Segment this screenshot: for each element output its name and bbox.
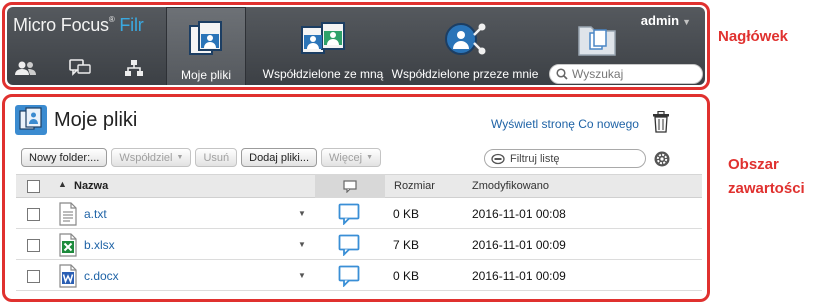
more-button-label: Więcej [329, 151, 363, 164]
search-input[interactable] [572, 67, 690, 81]
file-modified: 2016-11-01 00:08 [472, 207, 566, 221]
shared-with-me-icon [300, 17, 346, 61]
content-annotation-line2: zawartości [728, 180, 805, 197]
comment-icon[interactable] [338, 234, 360, 261]
row-checkbox[interactable] [27, 239, 40, 252]
file-modified: 2016-11-01 00:09 [472, 269, 566, 283]
small-nav-icons [13, 57, 147, 79]
comment-icon[interactable] [338, 203, 360, 230]
file-size: 0 KB [393, 207, 420, 221]
column-modified[interactable]: Zmodyfikowano [472, 180, 549, 192]
screen: Micro Focus® Filr Moje pliki Współdzielo… [0, 0, 822, 306]
chevron-down-icon[interactable]: ▼ [298, 240, 306, 249]
file-toolbar: Nowy folder:... Współdziel ▼ Usuń Dodaj p… [21, 148, 381, 167]
header-bar: Micro Focus® Filr Moje pliki Współdzielo… [7, 7, 705, 85]
chevron-down-icon: ▼ [682, 17, 691, 27]
more-button[interactable]: Więcej ▼ [321, 148, 381, 167]
tab-shared-by-me[interactable]: Współdzielone przeze mnie [390, 7, 540, 85]
comment-icon[interactable] [338, 265, 360, 292]
search-box [549, 64, 703, 84]
my-files-icon [188, 18, 224, 62]
table-row[interactable]: c.docx ▼ 0 KB 2016-11-01 00:09 [16, 261, 702, 291]
table-row[interactable]: b.xlsx ▼ 7 KB 2016-11-01 00:09 [16, 230, 702, 260]
table-row[interactable]: a.txt ▼ 0 KB 2016-11-01 00:08 [16, 199, 702, 229]
excel-file-icon [58, 233, 78, 262]
file-name-link[interactable]: c.docx [84, 269, 119, 283]
column-name[interactable]: Nazwa [74, 180, 108, 192]
sort-ascending-icon[interactable]: ▲ [58, 179, 67, 189]
user-menu[interactable]: admin ▼ [641, 13, 691, 28]
chevron-down-icon: ▼ [366, 154, 373, 161]
row-checkbox[interactable] [27, 208, 40, 221]
word-file-icon [58, 264, 78, 293]
comments-column-header[interactable] [315, 174, 385, 198]
chevron-down-icon: ▼ [176, 154, 184, 161]
header-annotation: Nagłówek [718, 28, 789, 45]
tab-my-files-label: Moje pliki [180, 68, 231, 82]
delete-button[interactable]: Usuń [195, 148, 238, 167]
shared-by-me-icon [443, 17, 487, 61]
filter-input[interactable] [510, 152, 630, 165]
file-name-link[interactable]: a.txt [84, 207, 107, 221]
filter-box [484, 149, 646, 168]
file-modified: 2016-11-01 00:09 [472, 238, 566, 252]
share-button[interactable]: Współdziel ▼ [111, 148, 192, 167]
tab-shared-with-me[interactable]: Współdzielone ze mną [257, 7, 389, 85]
new-folder-button[interactable]: Nowy folder:... [21, 148, 108, 167]
filter-icon [491, 153, 505, 164]
text-file-icon [58, 202, 78, 231]
whats-new-link[interactable]: Wyświetl stronę Co nowego [491, 117, 639, 131]
tab-shared-by-me-label: Współdzielone przeze mnie [391, 67, 539, 81]
file-name-link[interactable]: b.xlsx [84, 238, 115, 252]
comments-icon[interactable] [67, 57, 93, 79]
page-title: Moje pliki [14, 104, 137, 136]
row-checkbox[interactable] [27, 270, 40, 283]
add-files-button[interactable]: Dodaj pliki... [241, 148, 318, 167]
comment-icon [343, 179, 357, 193]
chevron-down-icon[interactable]: ▼ [298, 271, 306, 280]
search-icon [556, 68, 568, 80]
app-logo[interactable]: Micro Focus® Filr [13, 15, 144, 36]
gear-icon[interactable] [654, 151, 670, 172]
page-title-text: Moje pliki [54, 108, 138, 131]
chevron-down-icon[interactable]: ▼ [298, 209, 306, 218]
file-size: 7 KB [393, 238, 420, 252]
trash-icon[interactable] [651, 110, 671, 138]
select-all-checkbox[interactable] [27, 180, 40, 193]
org-chart-icon[interactable] [121, 57, 147, 79]
people-icon[interactable] [13, 57, 39, 79]
share-button-label: Współdziel [119, 151, 173, 164]
tab-shared-with-me-label: Współdzielone ze mną [262, 67, 384, 81]
net-folders-icon [577, 17, 617, 61]
column-size[interactable]: Rozmiar [394, 180, 435, 192]
tab-my-files[interactable]: Moje pliki [166, 7, 246, 85]
content-annotation-line1: Obszar [728, 156, 779, 173]
my-files-icon [15, 105, 47, 135]
table-header: ▲ Nazwa Rozmiar Zmodyfikowano [16, 174, 702, 198]
file-size: 0 KB [393, 269, 420, 283]
